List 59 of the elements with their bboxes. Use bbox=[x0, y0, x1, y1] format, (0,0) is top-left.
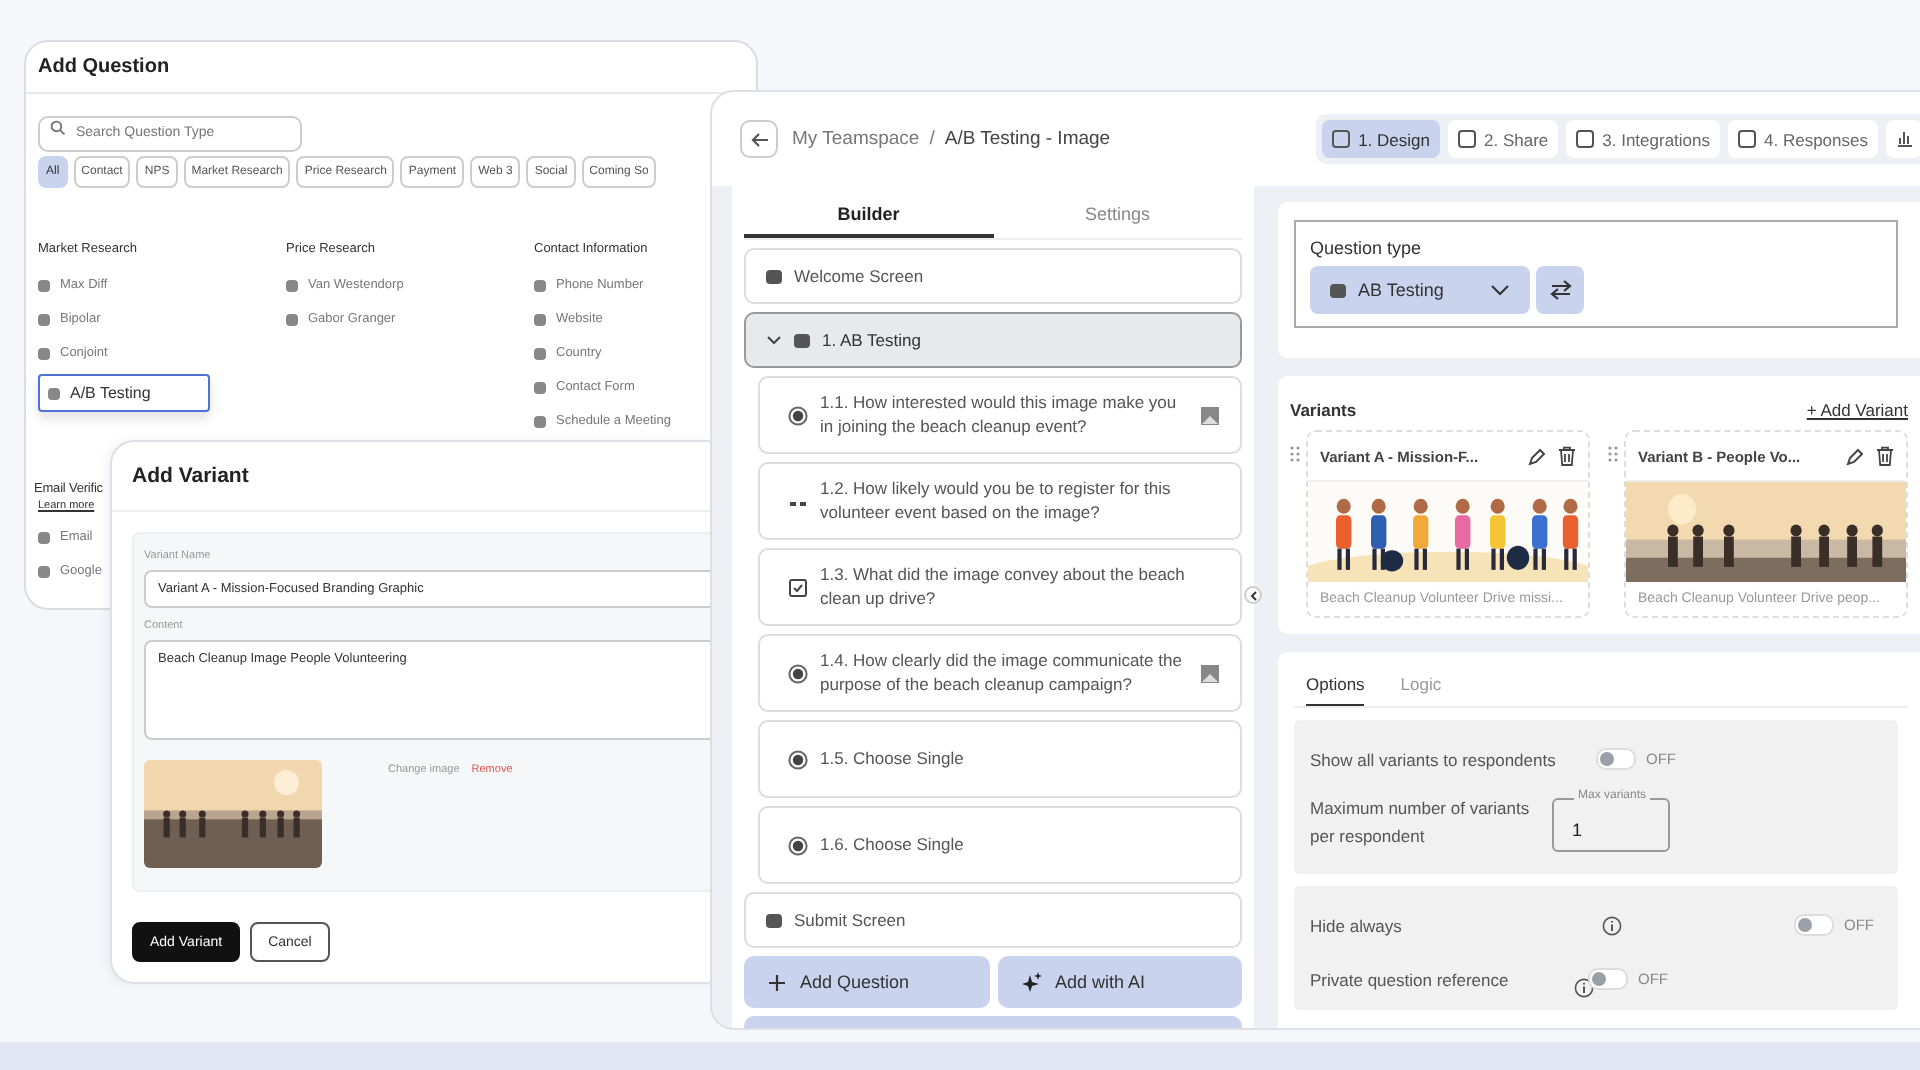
add-with-ai-button[interactable]: Add with AI bbox=[997, 956, 1242, 1008]
question-item[interactable]: 1.5. Choose Single bbox=[758, 720, 1242, 798]
toggle-switch[interactable] bbox=[1596, 748, 1636, 770]
field-label: Question type bbox=[1310, 238, 1424, 258]
question-item[interactable]: 1.3. What did the image convey about the beach clean up drive? bbox=[758, 548, 1242, 626]
toggle-switch[interactable] bbox=[1588, 968, 1628, 990]
info-icon bbox=[1574, 978, 1594, 998]
question-item[interactable]: 1.4. How clearly did the image communicate the purpose of the beach cleanup campaign? bbox=[758, 634, 1242, 712]
welcome-screen-item[interactable]: Welcome Screen bbox=[744, 248, 1242, 304]
step-tab[interactable]: 3. Integrations bbox=[1566, 120, 1721, 158]
step-tab[interactable]: 2. Share bbox=[1448, 120, 1559, 158]
question-type-select[interactable]: AB Testing bbox=[1310, 266, 1530, 314]
back-button[interactable] bbox=[740, 120, 778, 158]
setting-label: Maximum number of variants per respondent bbox=[1310, 796, 1532, 850]
question-item[interactable]: 1.2. How likely would you be to register for this volunteer event based on the image? bbox=[758, 462, 1242, 540]
panel-tab[interactable]: Builder bbox=[744, 194, 993, 238]
question-type-item[interactable]: A/B Testing bbox=[38, 374, 210, 412]
question-text: 1.1. How interested would this image make you in joining the beach cleanup event? bbox=[820, 392, 1179, 438]
drag-handle-icon[interactable] bbox=[1290, 446, 1300, 462]
swap-icon bbox=[1549, 280, 1571, 300]
step-tab[interactable]: 1. Design bbox=[1322, 120, 1440, 158]
chevron-left-icon bbox=[1247, 589, 1259, 601]
sparkle-icon bbox=[1021, 972, 1041, 992]
step-tab[interactable]: 4. Responses bbox=[1728, 120, 1878, 158]
breadcrumb-separator: / bbox=[929, 128, 935, 150]
options-tab[interactable]: Options bbox=[1306, 668, 1365, 706]
breadcrumb-link[interactable]: My Teamspace bbox=[792, 128, 920, 150]
question-group-item[interactable]: 1. AB Testing bbox=[744, 312, 1242, 368]
chevron-down-icon bbox=[1490, 284, 1510, 296]
section-title: Variants bbox=[1290, 400, 1357, 420]
drag-handle-icon[interactable] bbox=[1608, 446, 1618, 462]
pencil-icon[interactable] bbox=[1846, 447, 1864, 465]
add-variant-link[interactable]: + Add Variant bbox=[1806, 400, 1908, 420]
question-item[interactable]: 1.6. Choose Single bbox=[758, 806, 1242, 884]
submit-screen-item[interactable]: Submit Screen bbox=[744, 892, 1242, 948]
panel-tab[interactable]: Settings bbox=[993, 194, 1242, 238]
pencil-icon[interactable] bbox=[1528, 447, 1546, 465]
toggle-switch[interactable] bbox=[1794, 914, 1834, 936]
chevron-icon bbox=[766, 332, 782, 348]
trash-icon[interactable] bbox=[1558, 446, 1576, 466]
collapse-button[interactable] bbox=[1244, 586, 1262, 604]
chart-step-tab[interactable] bbox=[1886, 120, 1920, 158]
plus-icon bbox=[768, 973, 786, 991]
question-text: 1.3. What did the image convey about the beach clean up drive? bbox=[820, 564, 1187, 610]
add-question-button[interactable]: Add Question bbox=[744, 956, 989, 1008]
question-text: 1.5. Choose Single bbox=[820, 747, 966, 771]
setting-label: Hide always bbox=[1310, 915, 1404, 935]
question-text: 1.4. How clearly did the image communicate the purpose of the beach cleanup campaign? bbox=[820, 650, 1184, 696]
question-item[interactable]: 1.1. How interested would this image make you in joining the beach cleanup event? bbox=[758, 376, 1242, 454]
setting-label: Private question reference bbox=[1310, 969, 1511, 989]
swap-button[interactable] bbox=[1536, 266, 1584, 314]
breadcrumb-current: A/B Testing - Image bbox=[944, 128, 1111, 150]
question-text: 1.6. Choose Single bbox=[820, 833, 966, 857]
back-arrow-icon bbox=[749, 129, 769, 149]
trash-icon[interactable] bbox=[1876, 446, 1894, 466]
question-text: 1.2. How likely would you be to register for this volunteer event based on the image? bbox=[820, 478, 1173, 524]
bar-chart-icon bbox=[1896, 130, 1914, 148]
setting-label: Show all variants to respondents bbox=[1310, 749, 1558, 769]
info-icon bbox=[1602, 915, 1622, 935]
